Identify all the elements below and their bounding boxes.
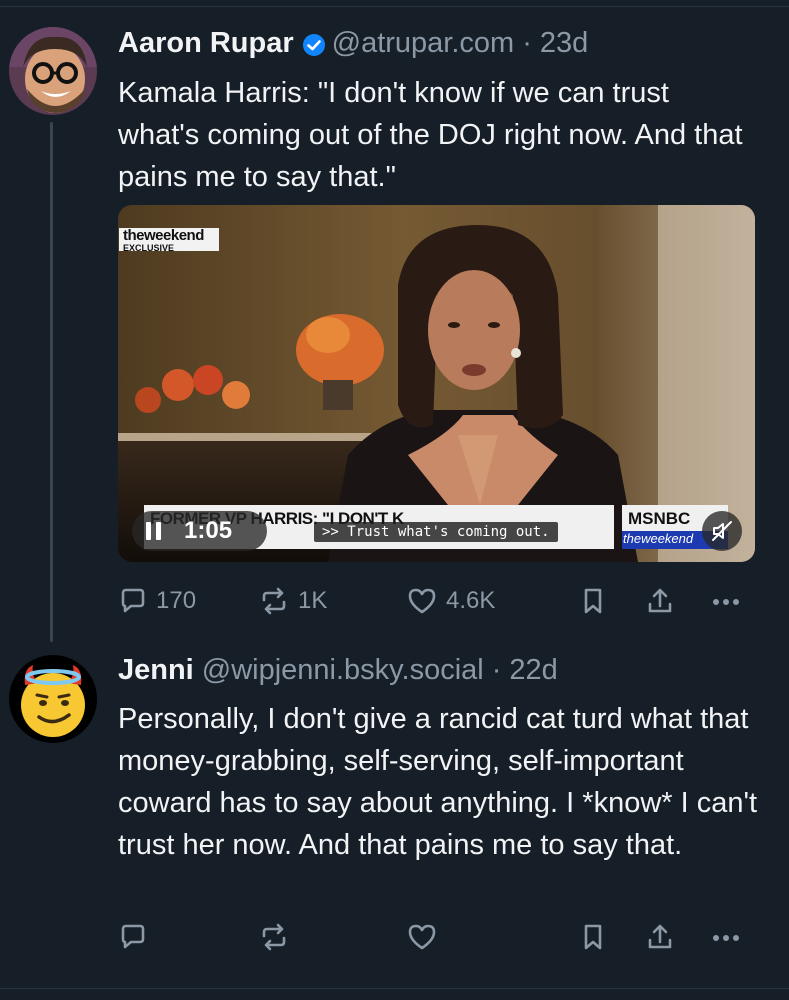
post-age[interactable]: 23d — [540, 27, 588, 60]
more-button[interactable] — [710, 922, 742, 952]
network-sub-label: theweekend — [623, 531, 694, 546]
top-divider — [0, 6, 789, 7]
post-header: Aaron Rupar @atrupar.com · 23d — [118, 27, 588, 60]
video-player[interactable]: theweekend EXCLUSIVE FORMER VP HARRIS: "… — [118, 205, 755, 562]
bottom-divider — [0, 988, 789, 989]
avatar[interactable] — [9, 655, 97, 743]
separator-dot: · — [522, 27, 532, 59]
reply-button[interactable]: 170 — [118, 586, 196, 616]
video-caption: >> Trust what's coming out. — [314, 522, 558, 542]
repost-icon — [262, 587, 286, 615]
repost-button[interactable]: 1K — [258, 586, 327, 616]
play-pause-button[interactable]: 1:05 — [132, 511, 267, 551]
video-time: 1:05 — [184, 517, 233, 544]
author-name[interactable]: Aaron Rupar — [118, 27, 294, 60]
like-button[interactable] — [406, 922, 438, 952]
like-button[interactable]: 4.6K — [406, 586, 495, 616]
mute-icon — [712, 521, 732, 541]
share-button[interactable] — [645, 586, 675, 616]
repost-button[interactable] — [258, 922, 290, 952]
more-icon — [713, 599, 739, 605]
post-header: Jenni @wipjenni.bsky.social · 22d — [118, 654, 558, 687]
bookmark-icon — [584, 588, 602, 614]
author-name[interactable]: Jenni — [118, 654, 194, 687]
bookmark-button[interactable] — [579, 922, 607, 952]
like-icon — [408, 588, 436, 614]
network-label: MSNBC — [628, 509, 691, 528]
mute-button[interactable] — [702, 511, 742, 551]
reply-icon — [121, 924, 145, 949]
post-text: Kamala Harris: "I don't know if we can t… — [118, 77, 743, 193]
author-handle[interactable]: @wipjenni.bsky.social — [202, 654, 484, 687]
more-icon — [713, 935, 739, 941]
reply-count: 170 — [156, 587, 197, 614]
bookmark-icon — [584, 924, 602, 950]
reply-button[interactable] — [118, 922, 148, 952]
thread-connector — [50, 122, 53, 642]
author-handle[interactable]: @atrupar.com — [332, 27, 515, 60]
show-logo: theweekend EXCLUSIVE — [119, 228, 219, 253]
repost-count: 1K — [298, 587, 328, 614]
bookmark-button[interactable] — [579, 586, 607, 616]
verified-icon — [302, 32, 326, 56]
pause-icon — [146, 522, 162, 540]
share-button[interactable] — [645, 922, 675, 952]
post-actions — [118, 922, 748, 962]
repost-icon — [262, 923, 286, 951]
more-button[interactable] — [710, 586, 742, 616]
reply-icon — [121, 588, 145, 613]
share-icon — [648, 588, 672, 613]
separator-dot: · — [491, 654, 502, 686]
like-count: 4.6K — [446, 587, 496, 614]
share-icon — [648, 924, 672, 949]
post-age[interactable]: 22d — [509, 654, 557, 687]
avatar[interactable] — [9, 27, 97, 115]
post-text: Personally, I don't give a rancid cat tu… — [118, 703, 758, 861]
like-icon — [408, 924, 436, 950]
post-actions: 170 1K 4.6K — [118, 586, 748, 626]
